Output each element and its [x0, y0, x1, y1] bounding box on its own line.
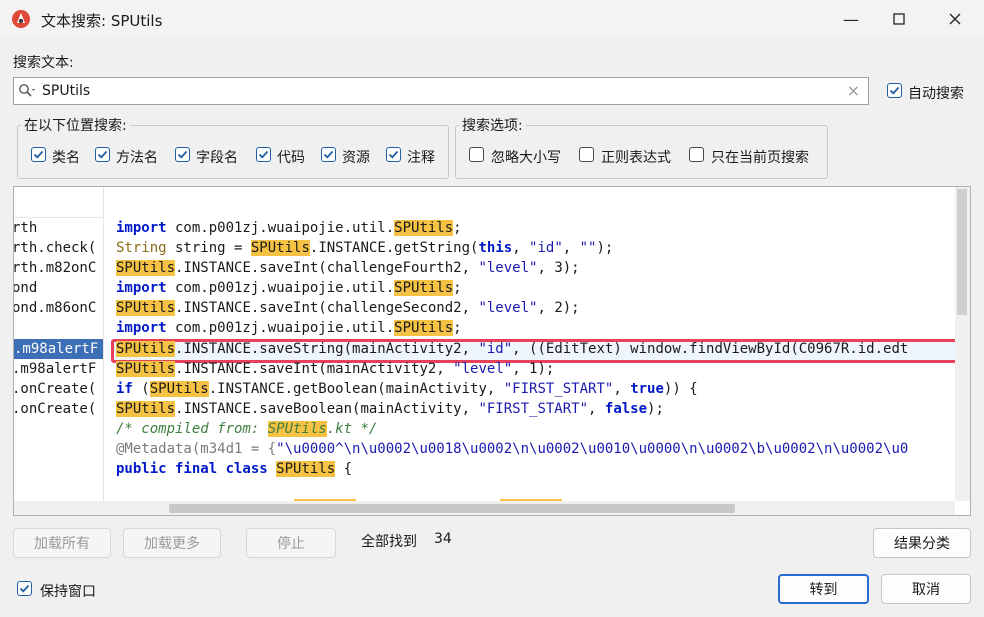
code-line[interactable]: import com.p001zj.wuaipojie.util.SPUtils…: [116, 218, 462, 238]
label-method-name: 方法名: [116, 150, 158, 166]
close-icon[interactable]: [932, 0, 978, 38]
load-more-button[interactable]: 加载更多: [123, 528, 221, 558]
checkbox-code[interactable]: [256, 147, 271, 162]
result-node[interactable]: ond.m86onC: [14, 298, 96, 318]
code-line[interactable]: /* compiled from: SPUtils.kt */: [116, 419, 377, 439]
code-line[interactable]: SPUtils.INSTANCE.saveInt(challengeFourth…: [116, 258, 580, 278]
keep-window-label: 保持窗口: [40, 584, 96, 600]
found-label: 全部找到: [361, 534, 417, 550]
label-comment: 注释: [407, 150, 435, 166]
horizontal-scroll-thumb[interactable]: [169, 504, 735, 513]
result-node[interactable]: rth.m82onC: [14, 258, 96, 278]
goto-button[interactable]: 转到: [778, 574, 869, 604]
search-label: 搜索文本:: [13, 55, 74, 71]
checkbox-regex[interactable]: [579, 147, 594, 162]
categorize-button[interactable]: 结果分类: [873, 528, 971, 558]
result-node[interactable]: .onCreate(: [14, 379, 96, 399]
search-icon: [18, 83, 38, 103]
label-resource: 资源: [342, 150, 370, 166]
label-regex: 正则表达式: [601, 150, 671, 166]
checkbox-class-name[interactable]: [31, 147, 46, 162]
results-table[interactable]: rth rth.check( rth.m82onC ond ond.m86onC…: [13, 186, 971, 516]
search-location-title: 在以下位置搜索:: [21, 115, 130, 135]
search-options-title: 搜索选项:: [459, 115, 526, 135]
maximize-icon[interactable]: [876, 0, 922, 38]
code-line[interactable]: if (SPUtils.INSTANCE.getBoolean(mainActi…: [116, 379, 698, 399]
code-line-selected[interactable]: SPUtils.INSTANCE.saveString(mainActivity…: [116, 339, 908, 359]
result-node[interactable]: rth: [14, 218, 37, 238]
app-logo-icon: [11, 9, 31, 29]
code-line[interactable]: String string = SPUtils.INSTANCE.getStri…: [116, 238, 613, 258]
code-line[interactable]: import com.p001zj.wuaipojie.util.SPUtils…: [116, 318, 462, 338]
code-line[interactable]: public final class SPUtils {: [116, 459, 352, 479]
code-line[interactable]: import com.p001zj.wuaipojie.util.SPUtils…: [116, 278, 462, 298]
results-node-column: rth rth.check( rth.m82onC ond ond.m86onC…: [14, 187, 104, 501]
label-ignore-case: 忽略大小写: [491, 150, 561, 166]
result-node[interactable]: .m98alertF: [14, 359, 96, 379]
result-node-selected[interactable]: .m98alertF: [14, 339, 103, 359]
code-line[interactable]: SPUtils.INSTANCE.saveInt(challengeSecond…: [116, 298, 580, 318]
result-node[interactable]: .onCreate(: [14, 399, 96, 419]
checkbox-field-name[interactable]: [175, 147, 190, 162]
label-code: 代码: [277, 150, 305, 166]
code-line[interactable]: @Metadata(m34d1 = {"\u0000^\n\u0002\u001…: [116, 439, 908, 459]
label-current-page: 只在当前页搜索: [711, 150, 809, 166]
load-all-button[interactable]: 加载所有: [13, 528, 111, 558]
label-field-name: 字段名: [196, 150, 238, 166]
checkbox-method-name[interactable]: [95, 147, 110, 162]
search-value: SPUtils: [42, 83, 91, 99]
auto-search-checkbox[interactable]: [887, 83, 902, 98]
result-node[interactable]: ond: [14, 278, 37, 298]
cancel-button[interactable]: 取消: [881, 574, 971, 604]
search-input[interactable]: SPUtils ×: [13, 77, 869, 105]
result-node[interactable]: rth.check(: [14, 238, 96, 258]
code-line[interactable]: SPUtils.INSTANCE.saveInt(mainActivity2, …: [116, 359, 554, 379]
minimize-icon[interactable]: —: [828, 0, 874, 38]
checkbox-comment[interactable]: [386, 147, 401, 162]
checkbox-resource[interactable]: [321, 147, 336, 162]
label-class-name: 类名: [52, 150, 80, 166]
checkbox-ignore-case[interactable]: [469, 147, 484, 162]
auto-search-label: 自动搜索: [908, 86, 964, 102]
code-line[interactable]: SPUtils.INSTANCE.saveBoolean(mainActivit…: [116, 399, 664, 419]
checkbox-current-page[interactable]: [689, 147, 704, 162]
keep-window-checkbox[interactable]: [17, 581, 32, 596]
window-title: 文本搜索: SPUtils: [41, 12, 163, 30]
stop-button[interactable]: 停止: [246, 528, 336, 558]
vertical-scroll-thumb[interactable]: [957, 189, 967, 315]
found-count: 34: [434, 531, 452, 547]
clear-icon[interactable]: ×: [847, 81, 860, 100]
